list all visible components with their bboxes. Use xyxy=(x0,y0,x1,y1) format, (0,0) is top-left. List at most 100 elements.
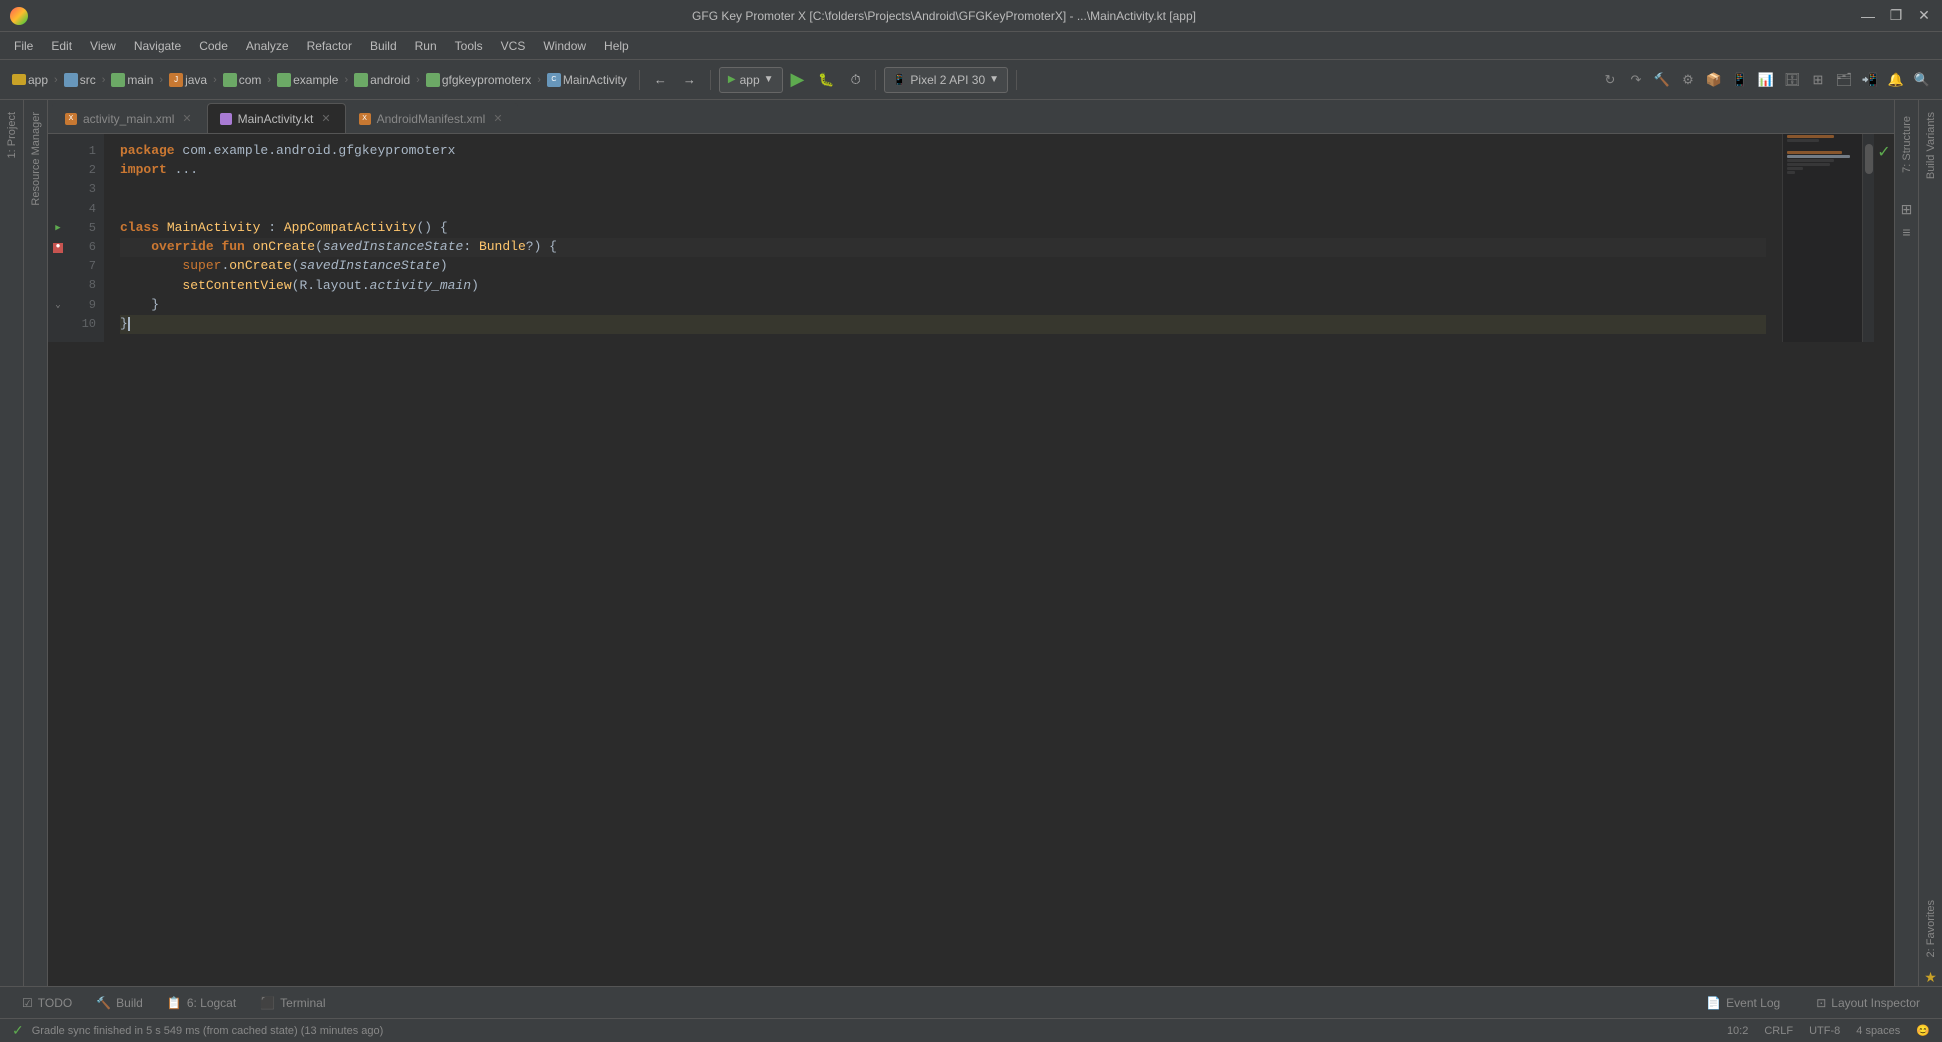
line-gutter-10: 10 xyxy=(48,315,104,334)
back-button[interactable]: ← xyxy=(648,66,673,94)
build-variants-label[interactable]: Build Variants xyxy=(1921,104,1941,187)
breadcrumb-sep-1: › xyxy=(54,74,58,86)
menu-bar: File Edit View Navigate Code Analyze Ref… xyxy=(0,32,1942,60)
build-icon: 🔨 xyxy=(96,996,111,1010)
menu-vcs[interactable]: VCS xyxy=(493,36,534,56)
build-hammer[interactable]: 🔨 xyxy=(1650,68,1674,92)
project-tab-label[interactable]: 1: Project xyxy=(2,104,22,166)
code-content[interactable]: package com.example.android.gfgkeypromot… xyxy=(104,134,1782,342)
event-log-tab[interactable]: 📄 Event Log xyxy=(1696,992,1790,1014)
code-editor-area[interactable]: 1 2 3 4 xyxy=(48,134,1894,986)
search-everywhere[interactable]: 🔍 xyxy=(1910,68,1934,92)
line-gutter-6: ● 6 xyxy=(48,238,104,257)
tab-androidmanifest-xml[interactable]: X AndroidManifest.xml ✕ xyxy=(346,103,518,133)
maximize-button[interactable]: ❐ xyxy=(1888,8,1904,24)
menu-edit[interactable]: Edit xyxy=(43,36,80,56)
line-gutter: 1 2 3 4 xyxy=(48,134,104,342)
logcat-tab[interactable]: 📋 6: Logcat xyxy=(157,992,246,1014)
menu-file[interactable]: File xyxy=(6,36,41,56)
gutter-cell-1 xyxy=(48,142,68,161)
error-stripe: ✓ xyxy=(1874,134,1894,342)
device-selector[interactable]: 📱 Pixel 2 API 30 ▼ xyxy=(884,67,1008,93)
tab-mainactivity-close[interactable]: ✕ xyxy=(319,111,332,126)
layout-inspector-tab[interactable]: ⊡ Layout Inspector xyxy=(1806,992,1930,1014)
status-left: ✓ Gradle sync finished in 5 s 549 ms (fr… xyxy=(12,1022,383,1039)
minimize-button[interactable]: — xyxy=(1860,8,1876,24)
breadcrumb-android[interactable]: android xyxy=(350,71,414,89)
avd-button[interactable]: 📱 xyxy=(1728,68,1752,92)
run-button[interactable]: ▶ xyxy=(787,66,809,94)
menu-build[interactable]: Build xyxy=(362,36,405,56)
menu-tools[interactable]: Tools xyxy=(447,36,491,56)
db-inspector[interactable]: 🗄 xyxy=(1780,68,1804,92)
menu-refactor[interactable]: Refactor xyxy=(299,36,360,56)
gutter-fold-9[interactable]: ⌄ xyxy=(48,296,68,315)
line-gutter-5: ▶ 5 xyxy=(48,219,104,238)
line-num-5: 5 xyxy=(68,219,104,238)
tab-activity-main-close[interactable]: ✕ xyxy=(180,111,193,126)
code-line-3 xyxy=(120,180,1766,199)
status-right: 10:2 CRLF UTF-8 4 spaces 😊 xyxy=(1727,1024,1930,1037)
right-side-panel: Build Variants 2: Favorites ★ xyxy=(1918,100,1942,986)
no-errors-indicator: ✓ xyxy=(1877,142,1890,162)
terminal-tab[interactable]: ⬛ Terminal xyxy=(250,992,335,1014)
generate-button[interactable]: ⚙ xyxy=(1676,68,1700,92)
status-message: Gradle sync finished in 5 s 549 ms (from… xyxy=(32,1025,384,1037)
breadcrumb-example[interactable]: example xyxy=(273,71,342,89)
notifications[interactable]: 🔔 xyxy=(1884,68,1908,92)
code-line-4 xyxy=(120,200,1766,219)
status-bar: ✓ Gradle sync finished in 5 s 549 ms (fr… xyxy=(0,1018,1942,1042)
forward-button[interactable]: → xyxy=(677,66,702,94)
resource-manager-label[interactable]: Resource Manager xyxy=(26,104,46,214)
layout-inspector-label: Layout Inspector xyxy=(1831,996,1920,1010)
minimap-line-1 xyxy=(1787,135,1834,138)
menu-analyze[interactable]: Analyze xyxy=(238,36,297,56)
breadcrumb-android-label: android xyxy=(370,73,410,87)
menu-view[interactable]: View xyxy=(82,36,124,56)
resource-manager-btn[interactable]: 🗂 xyxy=(1832,68,1856,92)
tab-androidmanifest-close[interactable]: ✕ xyxy=(491,111,504,126)
indent: 4 spaces xyxy=(1856,1025,1900,1037)
line-gutter-8: 8 xyxy=(48,276,104,295)
structure-tab-label[interactable]: 7: Structure xyxy=(1897,108,1917,181)
debug-button[interactable]: 🐛 xyxy=(812,66,840,94)
app-selector-chevron: ▼ xyxy=(764,74,774,85)
favorites-star-icon: ★ xyxy=(1924,969,1937,986)
favorites-label[interactable]: 2: Favorites xyxy=(1921,892,1941,965)
redo-button[interactable]: ↷ xyxy=(1624,68,1648,92)
app-logo xyxy=(10,7,28,25)
breadcrumb-mainactivity[interactable]: C MainActivity xyxy=(543,71,631,89)
breadcrumb-com[interactable]: com xyxy=(219,71,266,89)
breadcrumb-gfgkeypromoterx[interactable]: gfgkeypromoterx xyxy=(422,71,535,89)
menu-help[interactable]: Help xyxy=(596,36,637,56)
breadcrumb-example-label: example xyxy=(293,73,338,87)
app-selector[interactable]: ▶ app ▼ xyxy=(719,67,783,93)
sync-button[interactable]: ↻ xyxy=(1598,68,1622,92)
tab-mainactivity-kt[interactable]: MainActivity.kt ✕ xyxy=(207,103,346,133)
tab-activity-main-xml[interactable]: X activity_main.xml ✕ xyxy=(52,103,207,133)
line-num-4: 4 xyxy=(68,200,104,219)
right-scrollbar[interactable] xyxy=(1862,134,1874,342)
breadcrumb-app[interactable]: app xyxy=(8,71,52,89)
build-tab[interactable]: 🔨 Build xyxy=(86,992,153,1014)
breadcrumb-src[interactable]: src xyxy=(60,71,100,89)
event-log-label: Event Log xyxy=(1726,996,1780,1010)
menu-navigate[interactable]: Navigate xyxy=(126,36,189,56)
layout-inspector-toolbar[interactable]: ⊞ xyxy=(1806,68,1830,92)
todo-tab[interactable]: ☑ TODO xyxy=(12,992,82,1014)
code-line-2: import ... xyxy=(120,161,1766,180)
editor-container: 1 2 3 4 xyxy=(48,134,1894,342)
scroll-thumb[interactable] xyxy=(1865,144,1873,174)
gutter-run-5[interactable]: ▶ xyxy=(48,219,68,238)
breadcrumb-java[interactable]: J java xyxy=(165,71,211,89)
profiler-button[interactable]: 📊 xyxy=(1754,68,1778,92)
device-manager[interactable]: 📲 xyxy=(1858,68,1882,92)
close-button[interactable]: ✕ xyxy=(1916,8,1932,24)
line-ending: CRLF xyxy=(1764,1025,1793,1037)
menu-run[interactable]: Run xyxy=(407,36,445,56)
menu-code[interactable]: Code xyxy=(191,36,236,56)
breadcrumb-main[interactable]: main xyxy=(107,71,157,89)
profile-button[interactable]: ⏱ xyxy=(845,66,867,94)
sdk-button[interactable]: 📦 xyxy=(1702,68,1726,92)
menu-window[interactable]: Window xyxy=(535,36,594,56)
